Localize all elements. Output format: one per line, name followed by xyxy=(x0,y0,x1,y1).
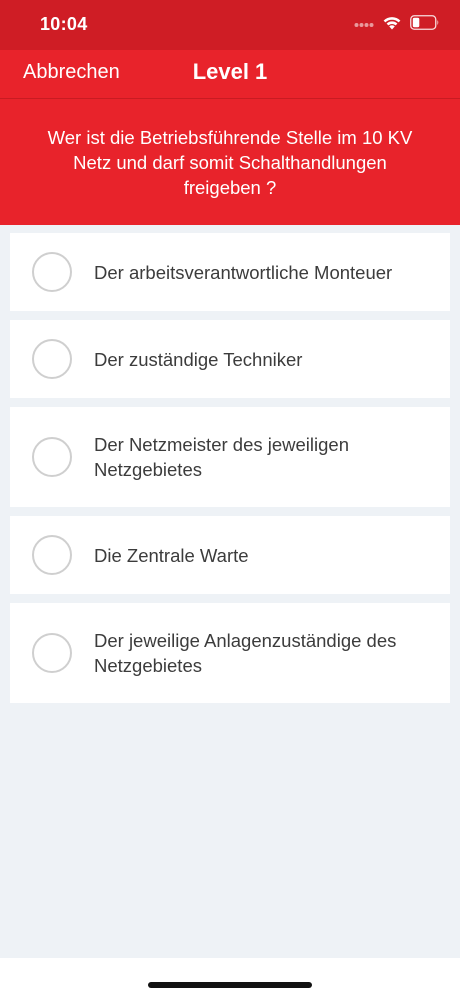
answer-list: Der arbeitsverantwortliche Monteuer Der … xyxy=(10,233,450,712)
answer-label: Der arbeitsverantwortliche Monteuer xyxy=(94,261,393,283)
answer-label: Der jeweilige Anlagenzuständige des Netz… xyxy=(94,630,397,676)
radio-button[interactable] xyxy=(32,339,72,379)
answer-option[interactable]: Der jeweilige Anlagenzuständige des Netz… xyxy=(10,603,450,703)
answer-label: Der Netzmeister des jeweiligen Netzgebie… xyxy=(94,434,349,480)
answer-option[interactable]: Der zuständige Techniker xyxy=(10,320,450,398)
radio-button[interactable] xyxy=(32,633,72,673)
status-bar: 10:04 xyxy=(0,0,460,50)
navigation-bar: Abbrechen Level 1 xyxy=(0,50,460,98)
answer-label: Der zuständige Techniker xyxy=(94,348,303,370)
signal-dots-icon xyxy=(354,16,374,34)
wifi-icon xyxy=(382,15,402,36)
home-indicator[interactable] xyxy=(148,982,312,988)
question-text: Wer ist die Betriebsführende Stelle im 1… xyxy=(47,126,413,198)
answer-option[interactable]: Die Zentrale Warte xyxy=(10,516,450,594)
answer-option[interactable]: Der Netzmeister des jeweiligen Netzgebie… xyxy=(10,407,450,507)
page-title: Level 1 xyxy=(192,59,268,84)
answer-option[interactable]: Der arbeitsverantwortliche Monteuer xyxy=(10,233,450,311)
radio-button[interactable] xyxy=(32,535,72,575)
answer-label: Die Zentrale Warte xyxy=(94,544,249,566)
question-panel: Wer ist die Betriebsführende Stelle im 1… xyxy=(0,99,460,225)
radio-button[interactable] xyxy=(32,437,72,477)
status-time: 10:04 xyxy=(40,14,88,34)
radio-button[interactable] xyxy=(32,252,72,292)
battery-low-icon xyxy=(410,15,440,35)
home-indicator-area xyxy=(0,958,460,996)
status-icons xyxy=(354,12,440,38)
